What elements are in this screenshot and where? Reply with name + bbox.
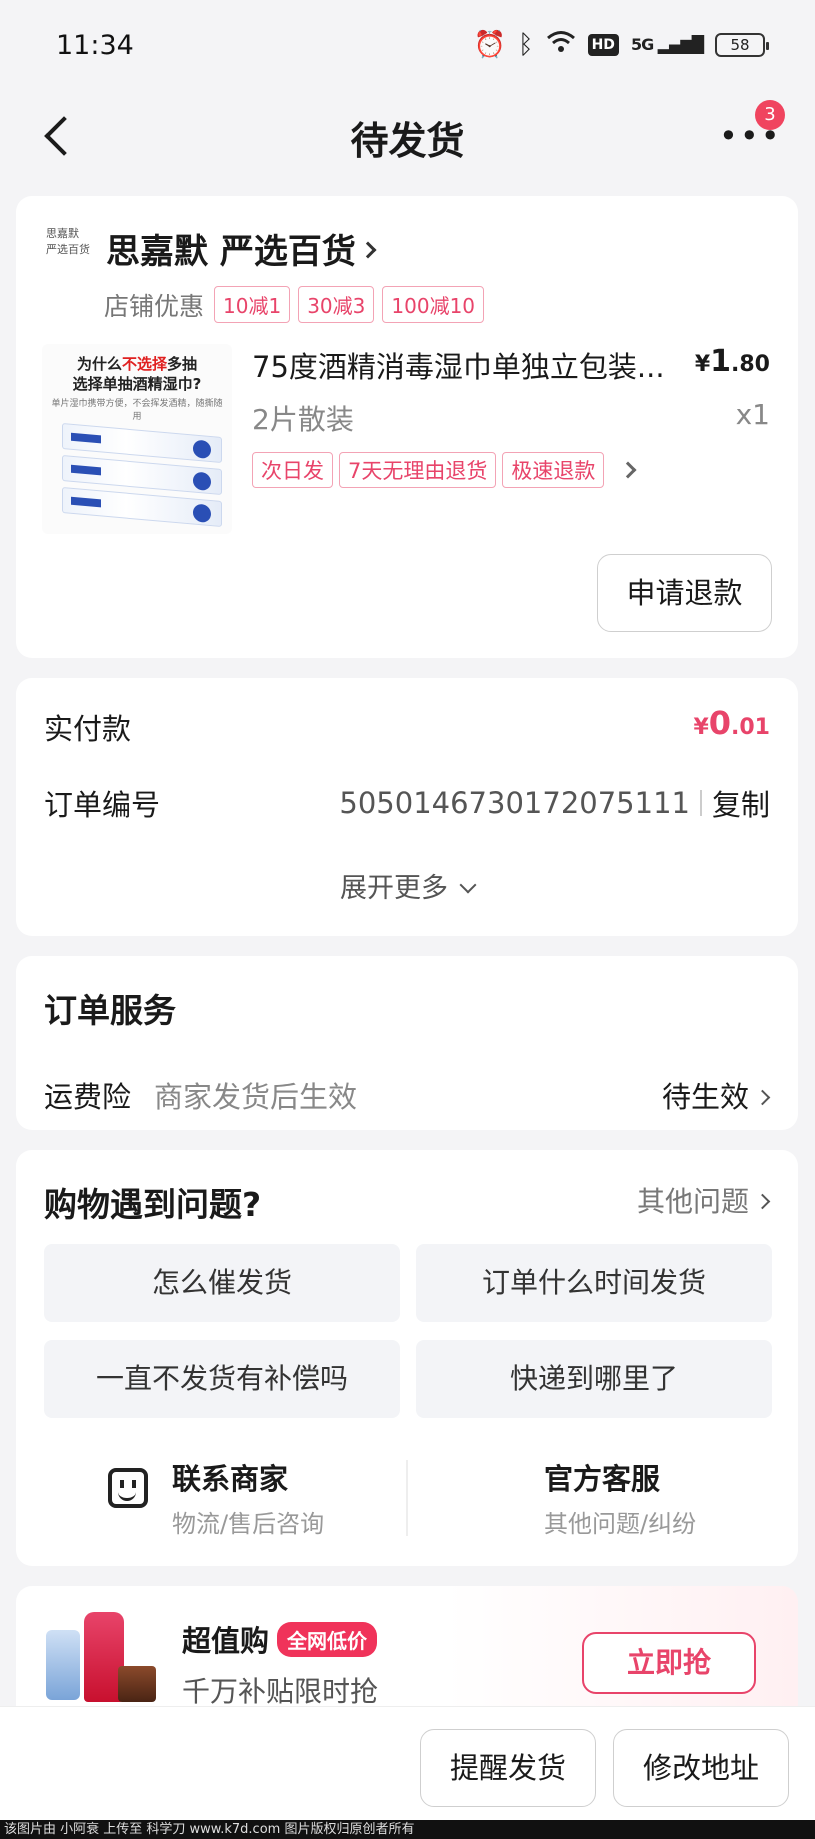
image-headline-part: 多抽 xyxy=(167,355,198,373)
service-tag: 7天无理由退货 xyxy=(339,452,497,488)
product-image-subtext: 单片湿巾携带方便，不会挥发酒精，随撕随用 xyxy=(51,399,223,422)
chat-icon xyxy=(108,1468,148,1508)
contact-merchant-title: 联系商家 xyxy=(172,1462,289,1496)
hd-icon: HD xyxy=(587,33,619,56)
order-number: 5050146730172075111 xyxy=(339,786,690,820)
status-icons: ⏰ ᛒ HD 5G ▂▄▆█ 58 xyxy=(473,29,769,60)
chevron-down-icon xyxy=(459,876,477,894)
order-service-title: 订单服务 xyxy=(44,991,176,1030)
bottom-action-bar: 提醒发货 修改地址 xyxy=(0,1706,815,1820)
grab-now-button[interactable]: 立即抢 xyxy=(582,1632,756,1694)
divider xyxy=(406,1460,408,1536)
contact-merchant-sub: 物流/售后咨询 xyxy=(172,1510,325,1538)
promo-banner[interactable]: 超值购 全网低价 千万补贴限时抢 立即抢 xyxy=(16,1586,798,1706)
official-service-sub: 其他问题/纠纷 xyxy=(544,1510,697,1538)
wifi-icon xyxy=(546,30,576,59)
insurance-status: 待生效 xyxy=(661,1080,749,1114)
service-tag: 次日发 xyxy=(252,452,333,488)
other-questions-link[interactable]: 其他问题 xyxy=(636,1180,771,1220)
banner-tag: 全网低价 xyxy=(277,1621,378,1657)
paid-amount: ¥0.01 xyxy=(693,704,770,742)
image-headline-red: 不选择 xyxy=(121,355,167,373)
price-int: 1 xyxy=(710,344,732,379)
service-tag: 极速退款 xyxy=(502,452,605,488)
more-badge: 3 xyxy=(755,100,785,130)
promo-label: 店铺优惠 xyxy=(104,291,205,321)
product-spec: 2片散装 xyxy=(252,403,354,436)
chevron-right-icon xyxy=(754,1089,771,1106)
product-image[interactable]: 为什么不选择多抽 选择单抽酒精湿巾? 单片湿巾携带方便，不会挥发酒精，随撕随用 xyxy=(42,344,232,534)
divider xyxy=(699,790,702,816)
official-service-button[interactable]: 官方客服 其他问题/纠纷 xyxy=(544,1456,697,1538)
price-symbol: ¥ xyxy=(694,352,711,377)
order-card: 思嘉默 严选百货 思嘉默 严选百货 店铺优惠 10减1 30减3 100减10 … xyxy=(16,196,798,658)
contact-merchant-button[interactable]: 联系商家 物流/售后咨询 xyxy=(172,1456,325,1538)
shop-logo-line2: 严选百货 xyxy=(46,243,90,256)
copy-button[interactable]: 复制 xyxy=(712,782,770,824)
expand-more-label: 展开更多 xyxy=(340,873,448,904)
question-button[interactable]: 怎么催发货 xyxy=(44,1244,400,1322)
order-no-row: 5050146730172075111 复制 xyxy=(339,782,770,824)
remind-ship-button[interactable]: 提醒发货 xyxy=(420,1729,596,1807)
battery-icon: 58 xyxy=(715,32,769,57)
nav-bar: 待发货 ••• 3 xyxy=(0,96,815,176)
page-title: 待发货 xyxy=(350,119,465,163)
insurance-label: 运费险 xyxy=(44,1080,132,1114)
payment-card: 实付款 ¥0.01 订单编号 5050146730172075111 复制 展开… xyxy=(16,678,798,936)
chevron-right-icon xyxy=(754,1193,771,1210)
battery-level: 58 xyxy=(730,35,750,54)
product-price: ¥1.80 xyxy=(695,344,770,379)
jar-graphic xyxy=(118,1666,156,1702)
modify-address-button[interactable]: 修改地址 xyxy=(613,1729,789,1807)
watermark-text: 该图片由 小阿衰 上传至 科学刀 www.k7d.com 图片版权归原创者所有 xyxy=(0,1820,815,1839)
insurance-desc: 商家发货后生效 xyxy=(154,1080,358,1114)
expand-more-button[interactable]: 展开更多 xyxy=(16,866,798,905)
paid-int: 0 xyxy=(708,704,732,742)
order-service-card: 订单服务 运费险 商家发货后生效 待生效 xyxy=(16,956,798,1130)
chevron-right-icon xyxy=(619,461,637,479)
network-label: 5G xyxy=(630,35,654,54)
shop-promo-row: 店铺优惠 10减1 30减3 100减10 xyxy=(104,286,485,323)
product-qty: x1 xyxy=(735,398,770,431)
service-tags[interactable]: 次日发 7天无理由退货 极速退款 xyxy=(252,452,637,488)
product-title[interactable]: 75度酒精消毒湿巾单独立包装... xyxy=(252,344,682,386)
question-button[interactable]: 一直不发货有补偿吗 xyxy=(44,1340,400,1418)
wipe-packet-graphic xyxy=(62,487,222,527)
help-title: 购物遇到问题? xyxy=(44,1185,262,1224)
status-time: 11:34 xyxy=(56,30,134,61)
shop-name-link[interactable]: 思嘉默 严选百货 xyxy=(106,224,377,273)
banner-title-text: 超值购 xyxy=(182,1624,270,1658)
official-service-title: 官方客服 xyxy=(544,1462,661,1496)
coupon-tag[interactable]: 100减10 xyxy=(382,286,485,323)
paid-label: 实付款 xyxy=(44,712,132,746)
chevron-right-icon xyxy=(359,241,377,258)
price-dec: .80 xyxy=(731,352,770,377)
banner-product-image xyxy=(46,1612,156,1706)
order-no-label: 订单编号 xyxy=(44,788,161,822)
shop-name: 思嘉默 严选百货 xyxy=(106,232,356,272)
banner-title: 超值购 全网低价 xyxy=(182,1618,378,1660)
shop-logo-line1: 思嘉默 xyxy=(46,227,79,240)
shop-logo[interactable]: 思嘉默 严选百货 xyxy=(46,226,100,258)
5g-signal-icon: 5G ▂▄▆█ xyxy=(630,35,704,54)
paid-symbol: ¥ xyxy=(693,715,709,740)
coupon-tag[interactable]: 10减1 xyxy=(214,286,291,323)
product-image-headline: 为什么不选择多抽 选择单抽酒精湿巾? xyxy=(50,354,224,394)
insurance-status-link[interactable]: 待生效 xyxy=(661,1074,771,1116)
apply-refund-button[interactable]: 申请退款 xyxy=(597,554,772,632)
question-button[interactable]: 订单什么时间发货 xyxy=(416,1244,772,1322)
bluetooth-icon: ᛒ xyxy=(517,29,534,60)
alarm-icon: ⏰ xyxy=(473,29,506,60)
paid-dec: .01 xyxy=(731,715,770,740)
image-headline-part: 为什么 xyxy=(76,355,122,373)
status-bar: 11:34 ⏰ ᛒ HD 5G ▂▄▆█ 58 xyxy=(0,0,815,90)
image-headline-line2: 选择单抽酒精湿巾? xyxy=(72,375,202,393)
coupon-tag[interactable]: 30减3 xyxy=(298,286,375,323)
question-button[interactable]: 快递到哪里了 xyxy=(416,1340,772,1418)
banner-subtitle: 千万补贴限时抢 xyxy=(182,1675,379,1706)
help-card: 购物遇到问题? 其他问题 怎么催发货 订单什么时间发货 一直不发货有补偿吗 快递… xyxy=(16,1150,798,1566)
other-questions-label: 其他问题 xyxy=(636,1185,749,1218)
phone-graphic xyxy=(46,1630,80,1700)
